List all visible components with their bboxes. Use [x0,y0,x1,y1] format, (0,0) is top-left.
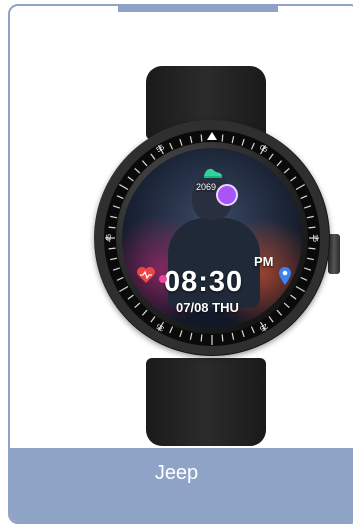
heart-rate-value: 90 [146,310,155,319]
bezel-tick [200,134,203,142]
watch-screen: 2069 PM 08:30 07/08 THU 90 28.5 [122,148,302,328]
time-display: 08:30 [164,266,244,298]
bezel-tick [308,226,316,229]
product-name[interactable]: Jeep [0,462,353,485]
shoe-icon [204,168,222,178]
heart-rate-icon [137,267,155,283]
steps-value-top: 2069 [196,182,217,192]
distance-value: 28.5 [282,310,298,319]
bezel-tick [221,134,224,142]
bezel-number: 15 [311,234,318,242]
ampm-indicator: PM [254,254,274,269]
bezel-tick [221,334,224,342]
bezel-number: 45 [106,234,113,242]
location-pin-icon [279,267,291,285]
bezel-tick [308,247,316,250]
product-image[interactable]: 55 05 15 25 35 45 2069 PM 08:30 07/08 THU [10,12,353,448]
watch-case: 55 05 15 25 35 45 2069 PM 08:30 07/08 THU [94,120,330,356]
watch-strap-bottom [146,358,266,446]
headphone-icon [216,184,238,206]
product-card[interactable]: 55 05 15 25 35 45 2069 PM 08:30 07/08 THU [8,4,353,524]
pink-dot-icon [159,275,167,283]
label-bar [10,448,353,522]
date-display: 07/08 THU [176,300,239,315]
bezel-tick [108,247,116,250]
bezel-tick [108,226,116,229]
bezel-tick [200,334,203,342]
